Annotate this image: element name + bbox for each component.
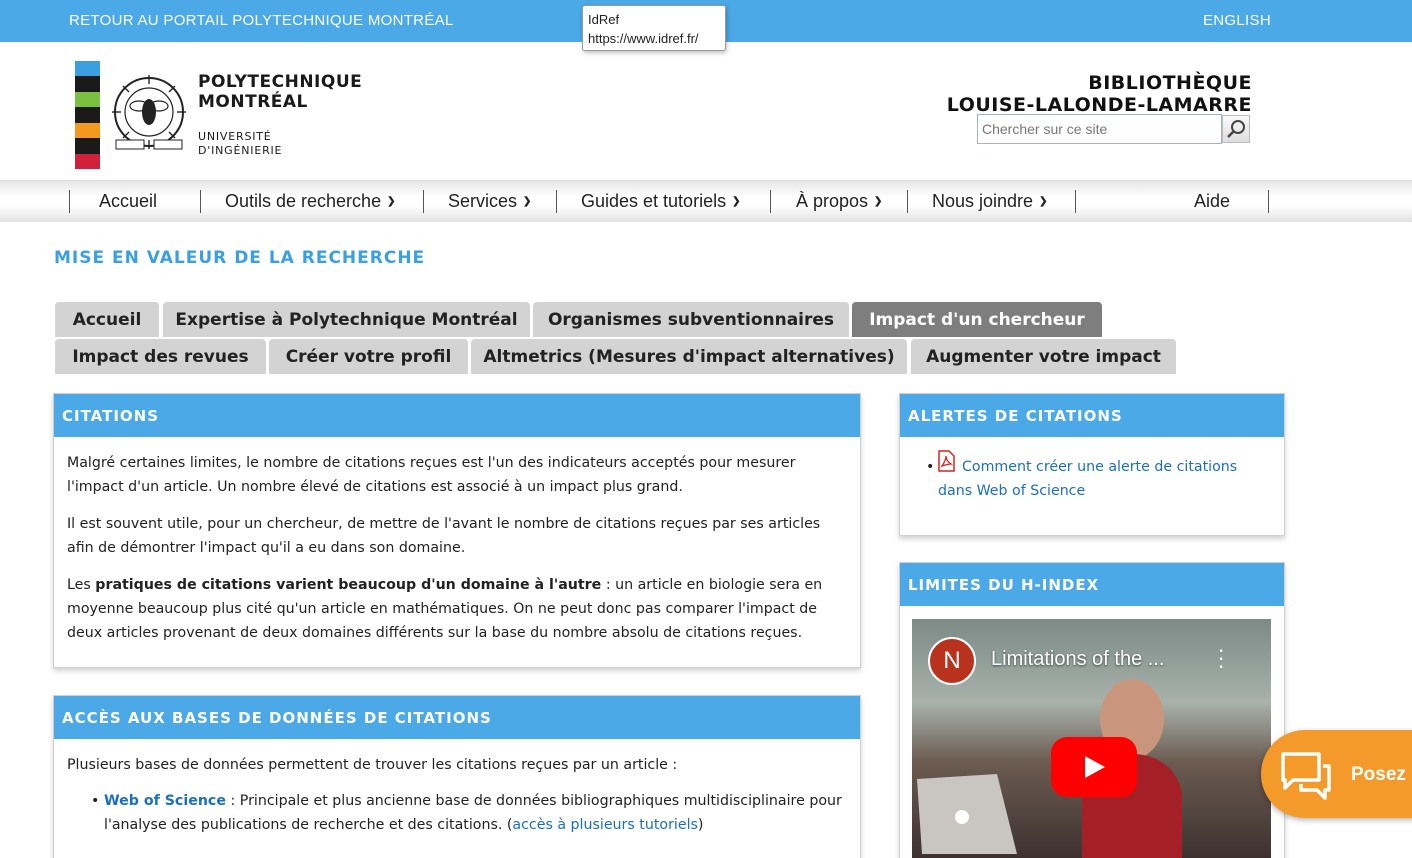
poly-sub-line2: D'INGÉNIERIE <box>198 144 283 157</box>
nav-item-guides[interactable]: Guides et tutoriels ❯ <box>581 189 740 213</box>
poly-name[interactable]: POLYTECHNIQUE MONTRÉAL <box>198 72 362 112</box>
search-input[interactable]: Chercher sur ce site <box>977 114 1222 144</box>
logo-bar <box>75 138 100 154</box>
nav-label: Nous joindre <box>932 190 1034 211</box>
logo-bar <box>75 91 100 108</box>
pdf-icon <box>938 450 955 472</box>
language-link[interactable]: ENGLISH <box>1203 12 1271 29</box>
poly-subtitle: UNIVERSITÉ D'INGÉNIERIE <box>198 130 282 158</box>
nav-label: Accueil <box>99 190 158 211</box>
bullet: • <box>926 459 935 475</box>
nav-label: Services <box>448 190 518 211</box>
page-title: MISE EN VALEUR DE LA RECHERCHE <box>54 248 426 268</box>
chevron-down-icon: ❯ <box>1039 195 1048 207</box>
logo-bar <box>75 153 100 169</box>
list-item: Web of Science : Principale et plus anci… <box>91 789 847 837</box>
nav-separator <box>69 190 70 213</box>
video-title[interactable]: Limitations of the ... <box>991 648 1164 671</box>
wos-link[interactable]: Web of Science <box>104 793 226 809</box>
tooltip: IdRef https://www.idref.fr/ <box>582 5 726 51</box>
alerts-panel: ALERTES DE CITATIONS • Comment créer une… <box>899 393 1285 536</box>
logo-bar <box>75 61 100 77</box>
logo-bar <box>75 76 100 92</box>
main-nav: Accueil Outils de recherche ❯ Services ❯ G… <box>0 180 1412 222</box>
tutorials-link[interactable]: accès à plusieurs tutoriels <box>512 817 698 833</box>
library-name-line2: LOUISE-LALONDE-LAMARRE <box>946 94 1252 116</box>
play-icon <box>1085 756 1105 778</box>
nav-item-apropos[interactable]: À propos ❯ <box>796 189 882 213</box>
list-item: • Comment créer une alerte de citations … <box>926 450 1272 503</box>
citations-heading: CITATIONS <box>54 394 860 437</box>
portal-link[interactable]: RETOUR AU PORTAIL POLYTECHNIQUE MONTRÉAL <box>69 12 454 29</box>
video-player[interactable]: N Limitations of the ... · · · <box>912 619 1271 858</box>
more-options-icon[interactable]: · · · <box>1218 641 1224 677</box>
nav-separator <box>770 190 771 213</box>
nav-item-accueil[interactable]: Accueil <box>99 189 157 213</box>
tab-augmenter-impact[interactable]: Augmenter votre impact <box>911 339 1176 374</box>
tab-creer-profil[interactable]: Créer votre profil <box>269 339 468 374</box>
tab-impact-revues[interactable]: Impact des revues <box>55 339 266 374</box>
nav-separator <box>200 190 201 213</box>
poly-sub-line1: UNIVERSITÉ <box>198 130 272 143</box>
play-button[interactable] <box>1051 737 1137 797</box>
seal-icon[interactable] <box>108 72 190 158</box>
chevron-down-icon: ❯ <box>874 195 883 207</box>
wos-close: ) <box>697 817 704 833</box>
library-name-line1: BIBLIOTHÈQUE <box>1088 72 1252 94</box>
citations-panel: CITATIONS Malgré certaines limites, le n… <box>53 393 861 668</box>
chat-icon <box>1281 752 1331 800</box>
p3-bold: pratiques de citations varient beaucoup … <box>95 577 602 593</box>
tooltip-line2: https://www.idref.fr/ <box>588 31 699 46</box>
nav-separator <box>1268 190 1269 213</box>
logo-bar <box>75 122 100 139</box>
tab-expertise[interactable]: Expertise à Polytechnique Montréal <box>163 302 530 337</box>
nav-item-outils[interactable]: Outils de recherche ❯ <box>225 189 395 213</box>
citations-paragraph-3: Les pratiques de citations varient beauc… <box>67 573 847 645</box>
chevron-down-icon: ❯ <box>387 195 396 207</box>
p3-pre: Les <box>67 577 96 593</box>
hindex-heading: LIMITES DU H-INDEX <box>900 563 1284 606</box>
tab-organismes[interactable]: Organismes subventionnaires <box>533 302 849 337</box>
search-button[interactable] <box>1222 115 1250 143</box>
poly-name-line2: MONTRÉAL <box>198 92 308 112</box>
databases-heading: ACCÈS AUX BASES DE DONNÉES DE CITATIONS <box>54 696 860 739</box>
nav-label: À propos <box>796 190 869 211</box>
tooltip-line1: IdRef <box>588 12 620 27</box>
tab-impact-chercheur[interactable]: Impact d'un chercheur <box>852 302 1102 337</box>
nav-separator <box>1075 190 1076 213</box>
laptop-image <box>917 774 1017 854</box>
channel-avatar[interactable]: N <box>928 637 976 685</box>
poly-name-line1: POLYTECHNIQUE <box>198 72 363 92</box>
chat-label: Posez <box>1351 764 1406 785</box>
citations-paragraph-1: Malgré certaines limites, le nombre de c… <box>67 455 796 495</box>
nav-item-services[interactable]: Services ❯ <box>448 189 531 213</box>
alert-link[interactable]: Comment créer une alerte de citations da… <box>938 455 1272 503</box>
nav-separator <box>556 190 557 213</box>
nav-item-joindre[interactable]: Nous joindre ❯ <box>932 189 1047 213</box>
nav-label: Guides et tutoriels <box>581 190 727 211</box>
alerts-heading: ALERTES DE CITATIONS <box>900 394 1284 437</box>
citations-paragraph-2: Il est souvent utile, pour un chercheur,… <box>67 516 821 556</box>
library-name[interactable]: BIBLIOTHÈQUE LOUISE-LALONDE-LAMARRE <box>947 72 1252 116</box>
chevron-down-icon: ❯ <box>523 195 532 207</box>
logo-bar <box>75 107 100 123</box>
databases-panel: ACCÈS AUX BASES DE DONNÉES DE CITATIONS … <box>53 695 861 858</box>
nav-item-aide[interactable]: Aide <box>1194 189 1230 213</box>
chevron-down-icon: ❯ <box>732 195 741 207</box>
logo-color-bars[interactable] <box>75 61 100 169</box>
nav-label: Outils de recherche <box>225 190 382 211</box>
search-icon <box>1227 120 1245 138</box>
tab-accueil[interactable]: Accueil <box>55 302 159 337</box>
databases-intro: Plusieurs bases de données permettent de… <box>67 757 678 773</box>
nav-separator <box>907 190 908 213</box>
tab-altmetrics[interactable]: Altmetrics (Mesures d'impact alternative… <box>471 339 907 374</box>
nav-label: Aide <box>1194 190 1231 211</box>
chat-widget[interactable]: Posez <box>1261 730 1412 818</box>
nav-separator <box>423 190 424 213</box>
